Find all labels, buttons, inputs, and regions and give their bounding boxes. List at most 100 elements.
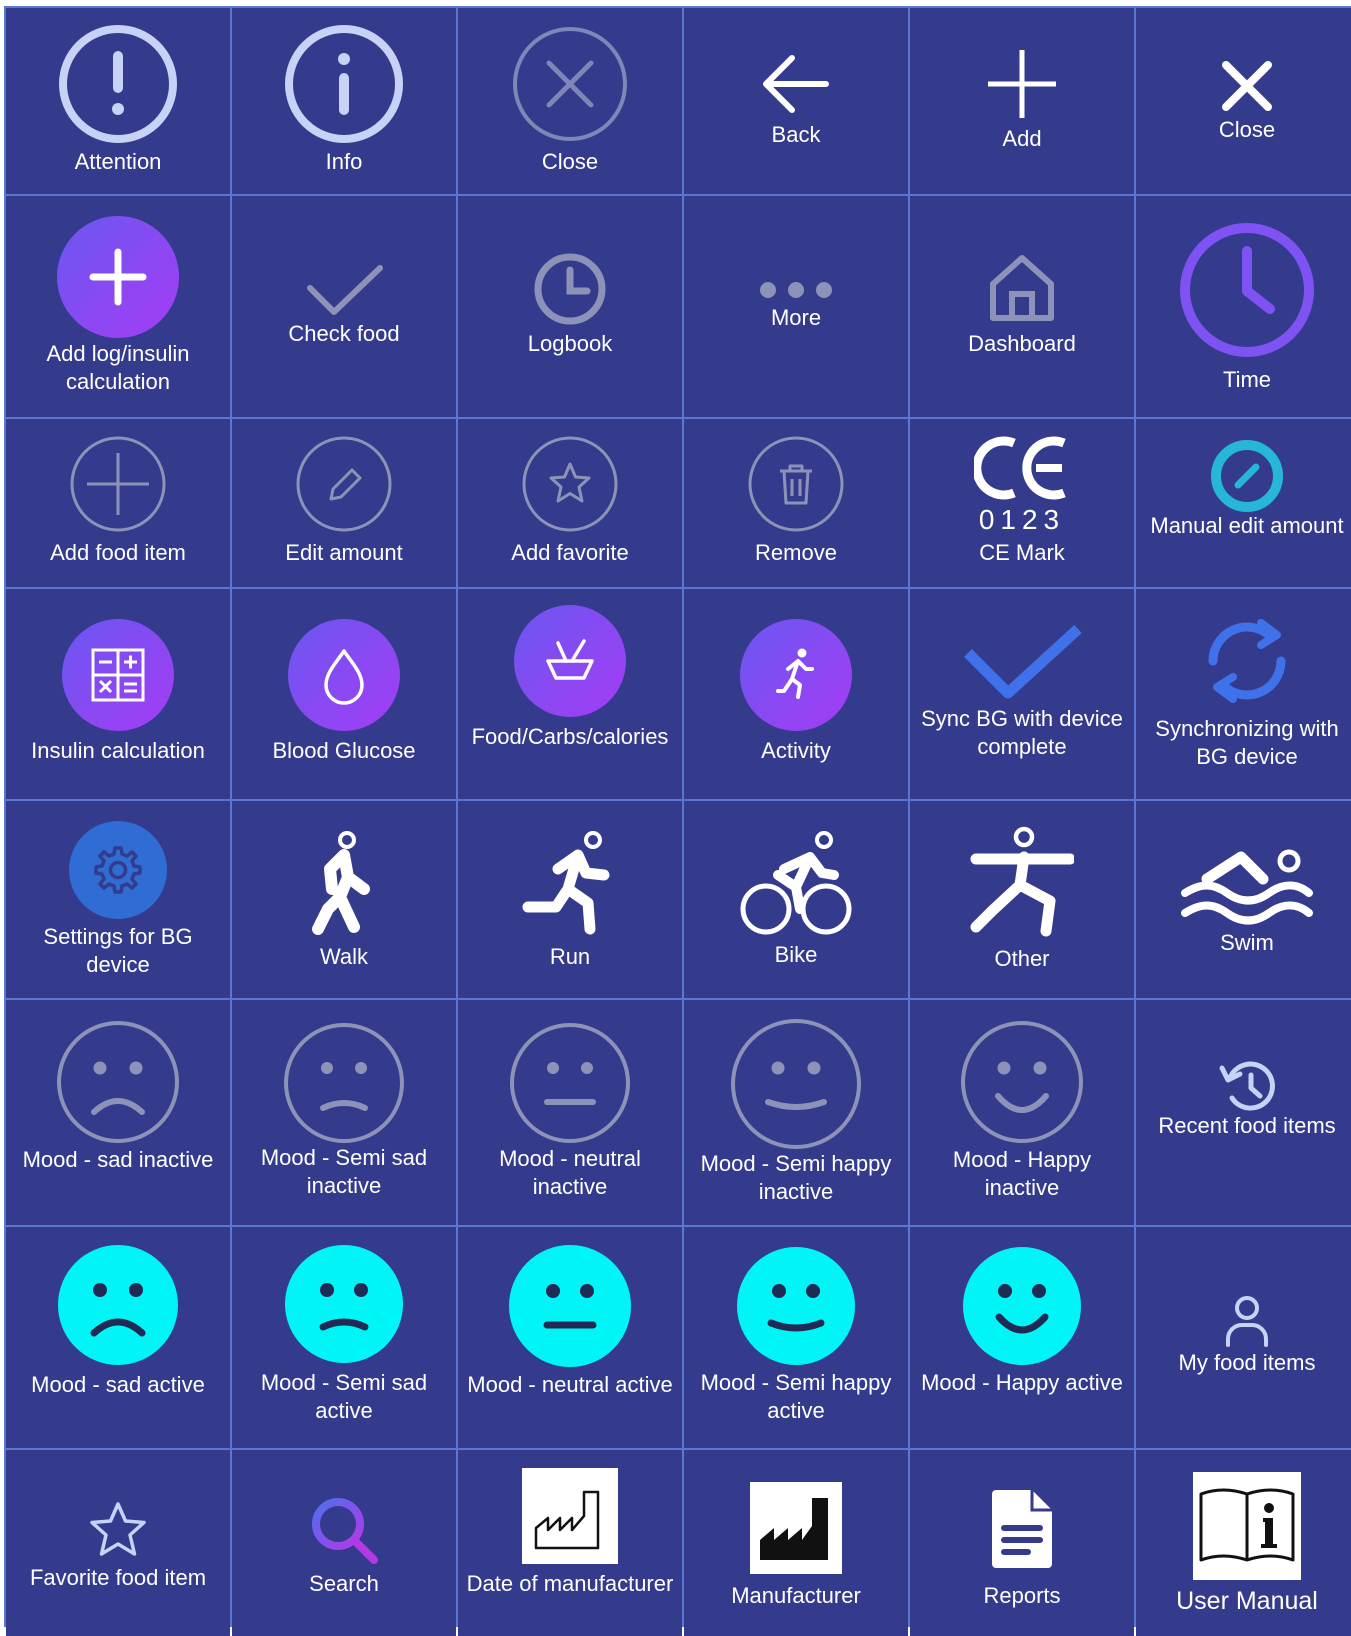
cell-more[interactable]: More	[684, 196, 908, 417]
cell-mood-semi-happy-active[interactable]: Mood - Semi happy active	[684, 1227, 908, 1448]
manual-edit-icon[interactable]	[1210, 439, 1284, 513]
cell-edit-amount[interactable]: Edit amount	[232, 419, 456, 587]
pencil-circle-icon[interactable]	[295, 435, 393, 533]
label: Other	[994, 946, 1050, 971]
cell-bike[interactable]: Bike	[684, 801, 908, 998]
trash-circle-icon[interactable]	[747, 435, 845, 533]
cell-settings-bg[interactable]: Settings for BG device	[6, 801, 230, 998]
report-document-icon[interactable]	[988, 1488, 1056, 1570]
food-bowl-icon[interactable]	[514, 605, 626, 717]
cell-logbook[interactable]: Logbook	[458, 196, 682, 417]
star-icon[interactable]	[87, 1500, 149, 1560]
label: Bike	[774, 942, 818, 967]
time-clock-icon[interactable]	[1178, 221, 1316, 359]
cell-mood-happy-active[interactable]: Mood - Happy active	[910, 1227, 1134, 1448]
date-of-manufacture-icon	[522, 1468, 618, 1564]
cell-add-food-item[interactable]: Add food item	[6, 419, 230, 587]
cell-mood-sad-active[interactable]: Mood - sad active	[6, 1227, 230, 1448]
cell-mood-neutral-inactive[interactable]: Mood - neutral inactive	[458, 1000, 682, 1225]
cell-mood-neutral-active[interactable]: Mood - neutral active	[458, 1227, 682, 1448]
cell-favorite-food[interactable]: Favorite food item	[6, 1450, 230, 1636]
star-circle-icon[interactable]	[521, 435, 619, 533]
close-circle-icon[interactable]	[509, 23, 631, 145]
cell-close-circle[interactable]: Close	[458, 8, 682, 194]
cell-run[interactable]: Run	[458, 801, 682, 998]
label[interactable]: Reports	[918, 1582, 1126, 1610]
cell-check-food[interactable]: Check food	[232, 196, 456, 417]
cell-manufacturer: Manufacturer	[684, 1450, 908, 1636]
cell-dashboard[interactable]: Dashboard	[910, 196, 1134, 417]
swim-icon[interactable]	[1181, 843, 1313, 929]
search-icon[interactable]	[308, 1494, 380, 1566]
mood-happy-icon[interactable]	[960, 1020, 1084, 1144]
more-dots-icon[interactable]	[758, 280, 834, 300]
cell-manual-edit[interactable]: Manual edit amount	[1136, 419, 1351, 587]
run-icon[interactable]	[520, 829, 620, 941]
cell-back[interactable]: Back	[684, 8, 908, 194]
cell-activity[interactable]: Activity	[684, 589, 908, 799]
cell-my-food-items[interactable]: My food items	[1136, 1227, 1351, 1448]
user-manual-icon[interactable]	[1193, 1472, 1301, 1580]
cell-other[interactable]: Other	[910, 801, 1134, 998]
cell-swim[interactable]: Swim	[1136, 801, 1351, 998]
mood-sad-icon[interactable]	[56, 1020, 180, 1144]
mood-neutral-icon[interactable]	[509, 1022, 631, 1144]
cell-add-favorite[interactable]: Add favorite	[458, 419, 682, 587]
bike-icon[interactable]	[738, 829, 854, 937]
cell-info: Info	[232, 8, 456, 194]
mood-semi-happy-active-icon[interactable]	[737, 1247, 855, 1365]
gear-icon[interactable]	[69, 821, 167, 919]
clock-icon[interactable]	[533, 252, 607, 326]
cell-date-of-manufacture: Date of manufacturer	[458, 1450, 682, 1636]
mood-semi-sad-icon[interactable]	[283, 1022, 405, 1144]
cell-blood-glucose[interactable]: Blood Glucose	[232, 589, 456, 799]
cell-time[interactable]: Time	[1136, 196, 1351, 417]
cell-mood-happy-inactive[interactable]: Mood - Happy inactive	[910, 1000, 1134, 1225]
close-x-icon[interactable]	[1221, 60, 1273, 112]
label: Walk	[319, 944, 369, 969]
plus-icon[interactable]	[984, 46, 1060, 122]
label: Synchronizing with BG device	[1155, 716, 1339, 769]
cell-walk[interactable]: Walk	[232, 801, 456, 998]
cell-food-carbs[interactable]: Food/Carbs/calories	[458, 589, 682, 799]
label: Mood - Semi happy active	[700, 1370, 892, 1423]
cell-insulin-calc[interactable]: Insulin calculation	[6, 589, 230, 799]
cell-add[interactable]: Add	[910, 8, 1134, 194]
label: Mood - neutral active	[467, 1372, 673, 1397]
cell-reports[interactable]: Reports	[910, 1450, 1134, 1636]
mood-sad-active-icon[interactable]	[58, 1245, 178, 1365]
mood-semi-happy-icon[interactable]	[730, 1018, 862, 1150]
user-icon[interactable]	[1224, 1295, 1270, 1347]
cell-mood-semi-sad-inactive[interactable]: Mood - Semi sad inactive	[232, 1000, 456, 1225]
checkmark-icon[interactable]	[304, 262, 384, 318]
mood-happy-active-icon[interactable]	[963, 1247, 1081, 1365]
back-arrow-icon[interactable]	[760, 48, 832, 120]
add-log-icon[interactable]	[57, 216, 179, 338]
cell-search[interactable]: Search	[232, 1450, 456, 1636]
cell-user-manual[interactable]: User Manual	[1136, 1450, 1351, 1636]
add-food-circle-icon[interactable]	[69, 435, 167, 533]
cell-add-log[interactable]: Add log/insulin calculation	[6, 196, 230, 417]
attention-icon	[59, 25, 177, 143]
cell-synchronizing: Synchronizing with BG device	[1136, 589, 1351, 799]
cell-recent-food[interactable]: Recent food items	[1136, 1000, 1351, 1225]
walk-icon[interactable]	[304, 829, 384, 941]
calculator-icon[interactable]	[62, 619, 174, 731]
cell-mood-semi-happy-inactive[interactable]: Mood - Semi happy inactive	[684, 1000, 908, 1225]
cell-close-x[interactable]: Close	[1136, 8, 1351, 194]
mood-semi-sad-active-icon[interactable]	[285, 1245, 403, 1363]
label: Search	[309, 1571, 379, 1596]
cell-remove[interactable]: Remove	[684, 419, 908, 587]
ce-code: 0123	[978, 504, 1066, 535]
mood-neutral-active-icon[interactable]	[509, 1245, 631, 1367]
activity-runner-icon[interactable]	[740, 619, 852, 731]
label: Edit amount	[285, 540, 403, 565]
blood-drop-icon[interactable]	[288, 619, 400, 731]
label: Swim	[1220, 930, 1274, 955]
other-activity-icon[interactable]	[970, 825, 1074, 943]
history-icon[interactable]	[1218, 1058, 1276, 1114]
cell-mood-semi-sad-active[interactable]: Mood - Semi sad active	[232, 1227, 456, 1448]
cell-mood-sad-inactive[interactable]: Mood - sad inactive	[6, 1000, 230, 1225]
label: Mood - Semi sad active	[260, 1370, 428, 1423]
home-icon[interactable]	[987, 252, 1057, 324]
